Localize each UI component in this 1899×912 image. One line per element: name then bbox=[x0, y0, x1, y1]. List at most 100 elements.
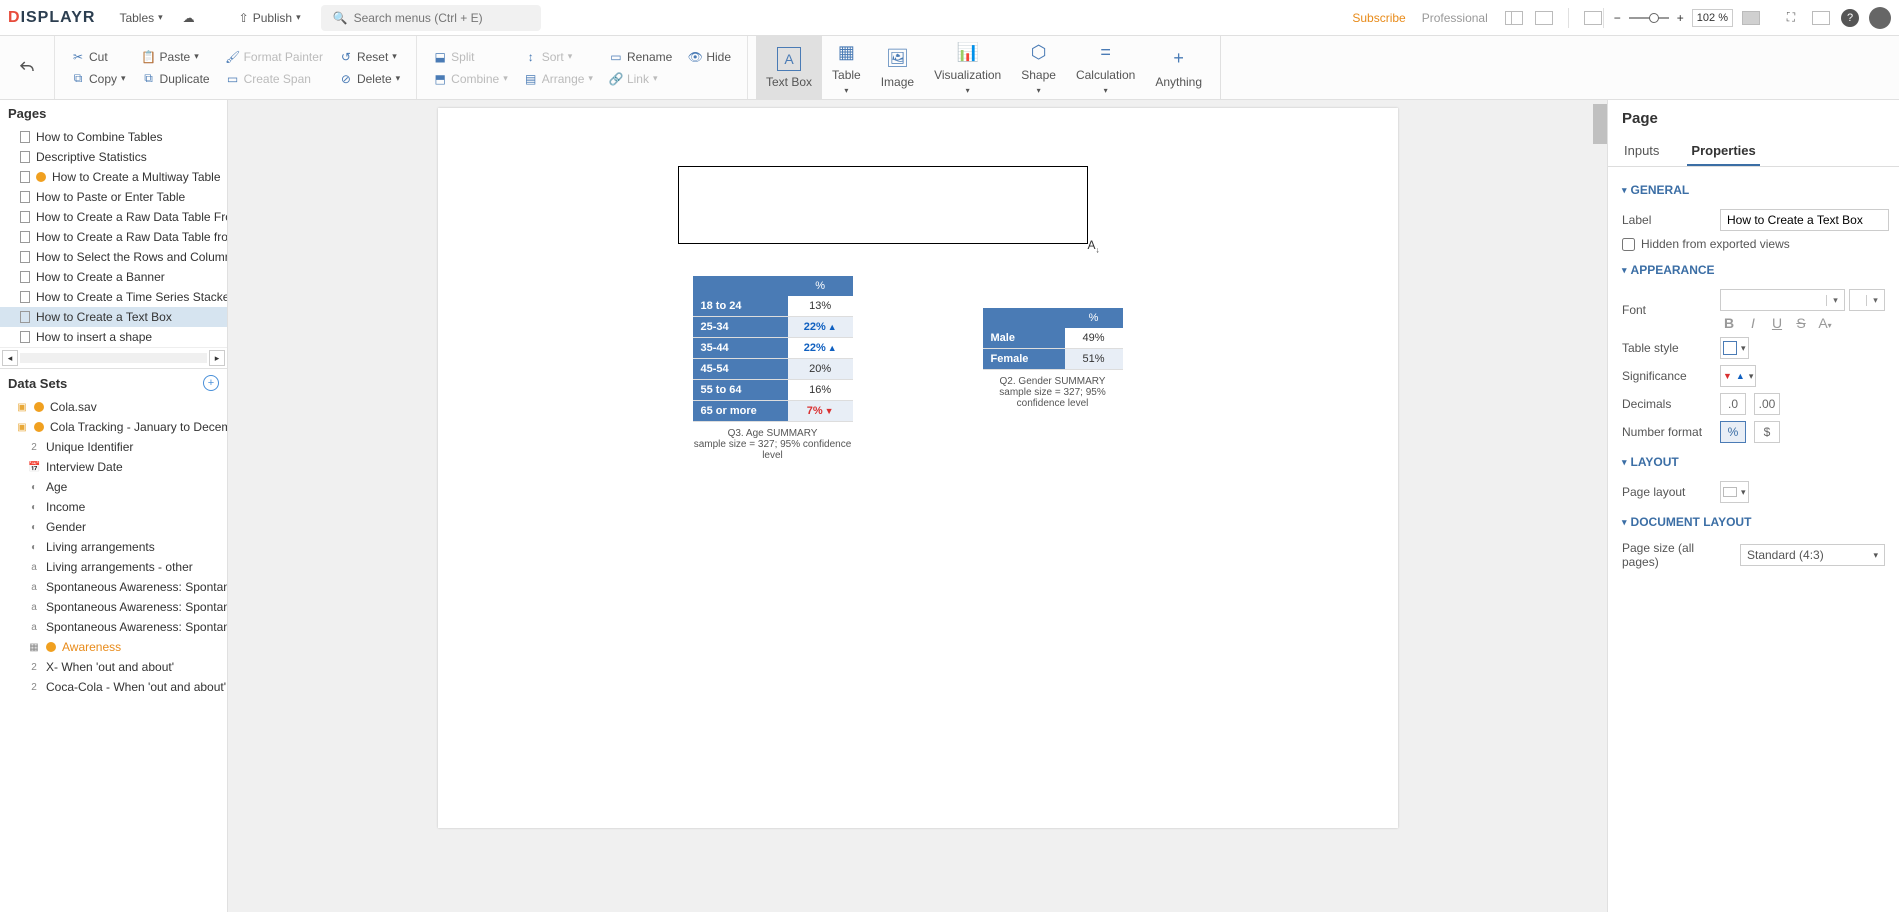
user-avatar[interactable] bbox=[1869, 7, 1891, 29]
decimals-decrease[interactable]: .0 bbox=[1720, 393, 1746, 415]
insert-table[interactable]: ▦ Table▾ bbox=[822, 36, 871, 99]
tab-inputs[interactable]: Inputs bbox=[1620, 137, 1663, 166]
page-item[interactable]: How to Create a Multiway Table bbox=[0, 167, 227, 187]
page-item[interactable]: How to Create a Banner bbox=[0, 267, 227, 287]
font-color-button[interactable]: A▾ bbox=[1816, 315, 1834, 331]
format-currency[interactable]: $ bbox=[1754, 421, 1780, 443]
insert-visualization[interactable]: 📊 Visualization▾ bbox=[924, 36, 1011, 99]
dataset-item[interactable]: ▣Cola Tracking - January to December. bbox=[0, 417, 227, 437]
page-item[interactable]: How to Create a Raw Data Table from Var bbox=[0, 227, 227, 247]
subscribe-link[interactable]: Subscribe bbox=[1352, 11, 1405, 25]
table-row[interactable]: Female51% bbox=[983, 349, 1123, 370]
page-item[interactable]: How to Select the Rows and Columns to A bbox=[0, 247, 227, 267]
layout-page[interactable] bbox=[1583, 8, 1603, 28]
table-row[interactable]: 35-4422%▲ bbox=[693, 338, 853, 359]
cloud-sync-icon[interactable]: ☁ bbox=[175, 7, 203, 29]
text-box-object[interactable] bbox=[678, 166, 1088, 244]
table-row[interactable]: Male49% bbox=[983, 328, 1123, 349]
table-row[interactable]: 25-3422%▲ bbox=[693, 317, 853, 338]
dataset-item[interactable]: ◐Gender bbox=[0, 517, 227, 537]
canvas-vscroll[interactable] bbox=[1593, 100, 1607, 912]
copy-button[interactable]: ⧉Copy▾ bbox=[67, 70, 130, 88]
page-layout-select[interactable]: ▾ bbox=[1720, 481, 1749, 503]
duplicate-button[interactable]: ⧉Duplicate bbox=[138, 70, 214, 88]
dataset-item[interactable]: 📅Interview Date bbox=[0, 457, 227, 477]
gender-summary-table[interactable]: % Male49%Female51% bbox=[983, 308, 1123, 370]
page-item[interactable]: How to insert a shape bbox=[0, 327, 227, 347]
table-row[interactable]: 65 or more7%▼ bbox=[693, 401, 853, 422]
tables-menu[interactable]: Tables▾ bbox=[111, 7, 170, 29]
table-row[interactable]: 45-5420% bbox=[693, 359, 853, 380]
cut-button[interactable]: ✂Cut bbox=[67, 48, 130, 66]
dataset-item[interactable]: ▣Cola.sav bbox=[0, 397, 227, 417]
bold-button[interactable]: B bbox=[1720, 315, 1738, 331]
age-summary-table[interactable]: % 18 to 2413%25-3422%▲35-4422%▲45-5420%5… bbox=[693, 276, 853, 422]
dataset-item[interactable]: aSpontaneous Awareness: Spontaneous bbox=[0, 617, 227, 637]
zoom-slider[interactable] bbox=[1629, 17, 1669, 19]
present-icon[interactable] bbox=[1811, 8, 1831, 28]
dataset-item[interactable]: 2X- When 'out and about' bbox=[0, 657, 227, 677]
layout-no-panel[interactable] bbox=[1534, 8, 1554, 28]
scroll-right-button[interactable]: ▸ bbox=[209, 350, 225, 366]
add-dataset-button[interactable]: + bbox=[203, 375, 219, 391]
dataset-item[interactable]: aLiving arrangements - other bbox=[0, 557, 227, 577]
page-size-select[interactable]: Standard (4:3)▾ bbox=[1740, 544, 1885, 566]
reset-button[interactable]: ↺Reset▾ bbox=[335, 48, 404, 66]
delete-button[interactable]: ⊘Delete▾ bbox=[335, 70, 404, 88]
page-item[interactable]: How to Paste or Enter Table bbox=[0, 187, 227, 207]
strike-button[interactable]: S bbox=[1792, 315, 1810, 331]
dataset-item[interactable]: ▦Awareness bbox=[0, 637, 227, 657]
dataset-item[interactable]: 2Unique Identifier bbox=[0, 437, 227, 457]
dataset-item[interactable]: aSpontaneous Awareness: Spontaneous bbox=[0, 597, 227, 617]
significance-select[interactable]: ▼▲▾ bbox=[1720, 365, 1756, 387]
insert-anything[interactable]: + Anything bbox=[1145, 36, 1212, 99]
layout-left-panel[interactable] bbox=[1504, 8, 1524, 28]
font-family-select[interactable]: ▾ bbox=[1720, 289, 1845, 311]
format-percent[interactable]: % bbox=[1720, 421, 1746, 443]
dataset-item[interactable]: ◐Age bbox=[0, 477, 227, 497]
tab-properties[interactable]: Properties bbox=[1687, 137, 1759, 166]
paste-button[interactable]: 📋Paste▾ bbox=[138, 48, 214, 66]
page-item[interactable]: How to Combine Tables bbox=[0, 127, 227, 147]
publish-menu[interactable]: ⇧Publish▾ bbox=[231, 7, 309, 29]
search-input-wrap[interactable]: 🔍 bbox=[321, 5, 541, 31]
insert-shape[interactable]: ⬡ Shape▾ bbox=[1011, 36, 1066, 99]
search-input[interactable] bbox=[354, 11, 529, 25]
scroll-left-button[interactable]: ◂ bbox=[2, 350, 18, 366]
dataset-item[interactable]: ◐Living arrangements bbox=[0, 537, 227, 557]
section-general[interactable]: GENERAL bbox=[1622, 177, 1885, 203]
page-item[interactable]: How to Create a Text Box bbox=[0, 307, 227, 327]
insert-calculation[interactable]: = Calculation▾ bbox=[1066, 36, 1145, 99]
insert-image[interactable]: 🖼 Image bbox=[871, 36, 924, 99]
fullscreen-icon[interactable]: ⛶ bbox=[1781, 8, 1801, 28]
page-item[interactable]: Descriptive Statistics bbox=[0, 147, 227, 167]
zoom-value[interactable]: 102 % bbox=[1692, 9, 1733, 27]
zoom-out-button[interactable]: − bbox=[1614, 11, 1621, 25]
section-appearance[interactable]: APPEARANCE bbox=[1622, 257, 1885, 283]
italic-button[interactable]: I bbox=[1744, 315, 1762, 331]
table-row[interactable]: 18 to 2413% bbox=[693, 296, 853, 317]
hscroll-track[interactable] bbox=[20, 353, 207, 363]
decimals-increase[interactable]: .00 bbox=[1754, 393, 1780, 415]
canvas-area[interactable]: A↓ % 18 to 2413%25-3422%▲35-4422%▲45-542… bbox=[228, 100, 1607, 912]
undo-button[interactable] bbox=[8, 59, 46, 77]
table-row[interactable]: 55 to 6416% bbox=[693, 380, 853, 401]
insert-text-box[interactable]: A Text Box bbox=[756, 36, 822, 99]
zoom-in-button[interactable]: + bbox=[1677, 11, 1684, 25]
page-item[interactable]: How to Create a Time Series Stacked by Y bbox=[0, 287, 227, 307]
font-size-select[interactable]: ▾ bbox=[1849, 289, 1885, 311]
fit-to-page[interactable] bbox=[1741, 8, 1761, 28]
rename-button[interactable]: ▭Rename bbox=[605, 48, 676, 66]
dataset-item[interactable]: ◐Income bbox=[0, 497, 227, 517]
underline-button[interactable]: U bbox=[1768, 315, 1786, 331]
table-style-select[interactable]: ▾ bbox=[1720, 337, 1749, 359]
section-layout[interactable]: LAYOUT bbox=[1622, 449, 1885, 475]
dataset-item[interactable]: aSpontaneous Awareness: Spontaneous bbox=[0, 577, 227, 597]
page-canvas[interactable]: A↓ % 18 to 2413%25-3422%▲35-4422%▲45-542… bbox=[438, 108, 1398, 828]
hide-button[interactable]: 👁Hide bbox=[684, 48, 735, 66]
dataset-item[interactable]: 2Coca-Cola - When 'out and about' bbox=[0, 677, 227, 697]
page-item[interactable]: How to Create a Raw Data Table From a V bbox=[0, 207, 227, 227]
page-label-input[interactable] bbox=[1720, 209, 1889, 231]
section-document-layout[interactable]: DOCUMENT LAYOUT bbox=[1622, 509, 1885, 535]
help-button[interactable]: ? bbox=[1841, 9, 1859, 27]
